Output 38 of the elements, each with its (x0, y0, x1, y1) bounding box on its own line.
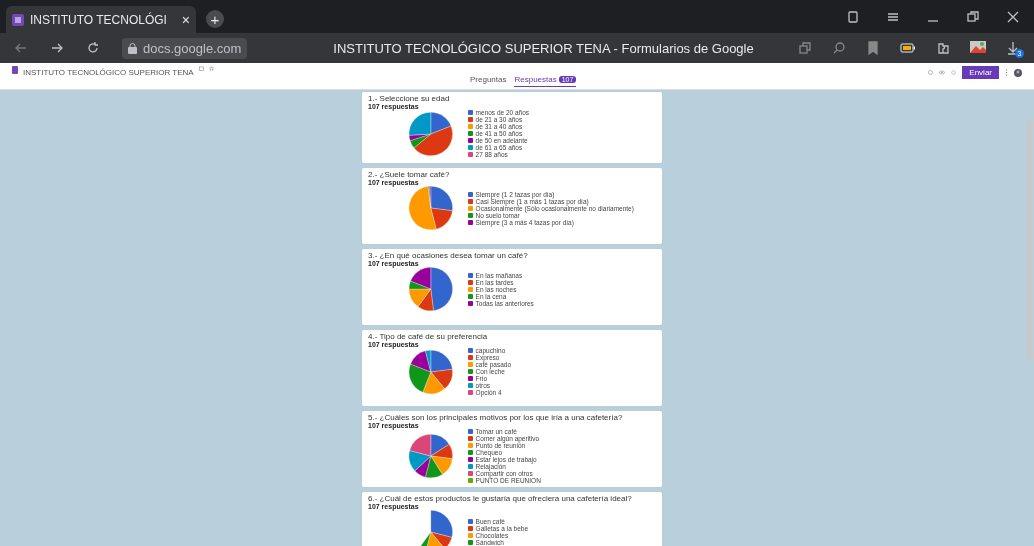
page-title: INSTITUTO TECNOLÓGICO SUPERIOR TENA - Formularios de Google (333, 40, 754, 56)
tabs-icon[interactable] (798, 41, 812, 55)
pie-chart-drawing (408, 433, 454, 479)
browser-tab[interactable]: INSTITUTO TECNOLÓGI × (6, 6, 196, 33)
pie-chart-drawing (408, 110, 454, 157)
pie-chart-drawing (408, 266, 454, 312)
forward-icon[interactable] (50, 41, 64, 55)
more-icon[interactable] (1005, 69, 1008, 76)
search-icon[interactable] (832, 41, 846, 55)
extensions-icon[interactable] (936, 41, 950, 55)
forms-icon (12, 13, 24, 26)
question-title: 1.- Seleccione su edad (368, 94, 451, 103)
avatar-icon[interactable] (1014, 68, 1022, 77)
extension-image-icon[interactable] (970, 41, 986, 55)
pie-chart-drawing (408, 185, 454, 231)
question-title: 2.- ¿Suele tomar café? (368, 170, 451, 179)
question-title: 6.- ¿Cuál de estos productos le gustaría que ofreciera una cafetería ideal? (368, 494, 633, 503)
question-title: 5.- ¿Cuáles son los principales motivos por los que iría a una cafetería? (368, 413, 624, 422)
send-button[interactable]: Enviar (962, 66, 999, 79)
tab-title: INSTITUTO TECNOLÓGI (30, 12, 168, 27)
new-tab-button[interactable]: + (206, 10, 224, 28)
reload-icon[interactable] (86, 41, 100, 55)
download-icon[interactable] (1006, 41, 1020, 55)
pie-chart-drawing (408, 348, 454, 395)
back-icon[interactable] (14, 41, 28, 55)
battery-icon[interactable] (900, 43, 916, 53)
form-title: INSTITUTO TECNOLÓGICO SUPERIOR TENA (23, 68, 194, 77)
forms-icon (12, 66, 18, 74)
bookmark-icon[interactable] (866, 41, 880, 55)
question-title: 3.- ¿En qué ocasiones desea tomar un café? (368, 251, 529, 260)
restore-icon[interactable] (966, 9, 980, 24)
address-field[interactable]: docs.google.com (122, 37, 248, 59)
question-title: 4.- Tipo de café de su preferencia (368, 332, 489, 341)
close-tab-button[interactable]: × (181, 11, 190, 28)
form-tab[interactable]: Preguntas (470, 75, 507, 87)
star-icon[interactable] (208, 66, 214, 71)
close-icon[interactable] (1006, 9, 1020, 24)
lock-icon (128, 42, 137, 54)
